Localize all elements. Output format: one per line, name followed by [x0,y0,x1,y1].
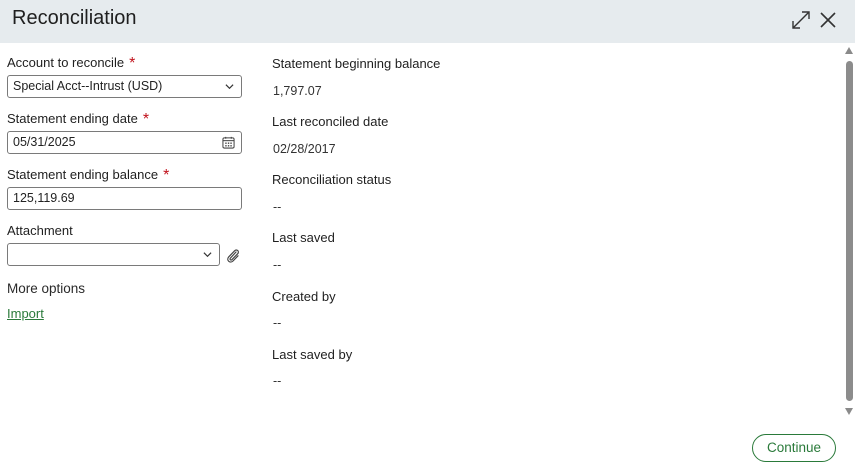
summary-value: 1,797.07 [273,84,322,98]
summary-label: Last saved [272,230,335,245]
scroll-up-arrow-icon[interactable] [845,47,853,54]
close-icon[interactable] [816,8,840,32]
summary-label: Statement beginning balance [272,56,441,71]
summary-label: Last saved by [272,347,353,362]
summary-label: Created by [272,289,336,304]
vertical-scrollbar[interactable] [843,43,855,420]
end-date-input[interactable]: 05/31/2025 [7,131,242,154]
summary-value: -- [273,258,282,272]
account-select[interactable]: Special Acct--Intrust (USD) [7,75,242,98]
account-select-value: Special Acct--Intrust (USD) [13,79,163,93]
calendar-icon[interactable] [222,136,235,149]
scroll-down-arrow-icon[interactable] [845,408,853,415]
dialog-header: Reconciliation [0,0,855,43]
more-options-heading: More options [7,281,86,296]
summary-value: -- [273,374,282,388]
chevron-down-icon [225,84,234,90]
end-balance-label: Statement ending balance * [7,167,170,184]
import-link[interactable]: Import [7,306,44,321]
end-balance-value: 125,119.69 [13,191,75,205]
chevron-down-icon [203,252,212,258]
summary-label: Last reconciled date [272,114,389,129]
required-marker: * [142,111,150,128]
end-date-label: Statement ending date * [7,111,150,128]
required-marker: * [129,55,136,72]
dialog-title: Reconciliation [12,7,137,29]
expand-icon[interactable] [789,8,813,32]
paperclip-icon[interactable] [225,247,241,265]
attachment-label: Attachment [7,223,73,238]
end-balance-input[interactable]: 125,119.69 [7,187,242,210]
summary-value: 02/28/2017 [273,142,336,156]
end-date-value: 05/31/2025 [13,135,76,149]
continue-button[interactable]: Continue [752,434,836,462]
required-marker: * [163,167,170,184]
attachment-select[interactable] [7,243,220,266]
summary-value: -- [273,316,282,330]
scrollbar-thumb[interactable] [846,61,853,401]
account-label: Account to reconcile * [7,55,136,72]
summary-value: -- [273,200,282,214]
summary-label: Reconciliation status [272,172,392,187]
